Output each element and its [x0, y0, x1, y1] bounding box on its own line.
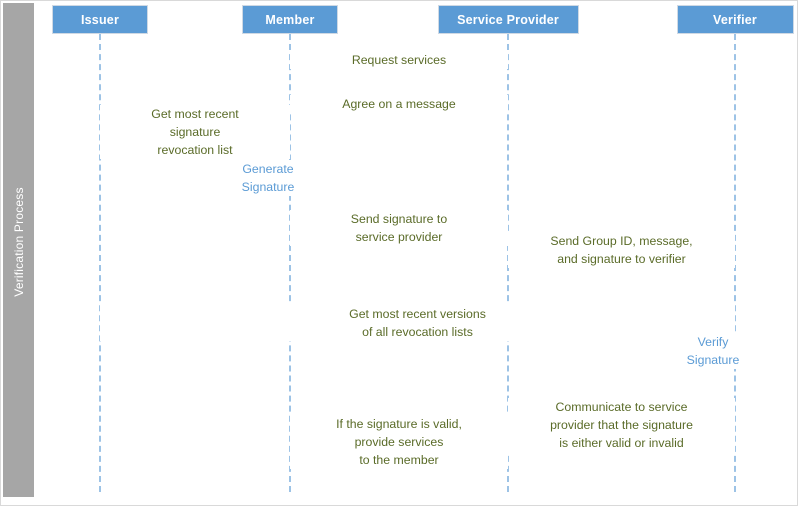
- phase-band: Verification Process: [3, 3, 34, 497]
- message-label: Request services: [290, 51, 508, 69]
- actor-header-service_provider[interactable]: Service Provider: [437, 5, 579, 34]
- phase-band-label: Verification Process: [12, 187, 26, 297]
- message-label: Send Group ID, message, and signature to…: [508, 232, 735, 268]
- actor-label: Member: [265, 12, 315, 27]
- message-label: Get most recent versions of all revocati…: [100, 305, 735, 341]
- actor-label: Issuer: [80, 12, 120, 27]
- lifeline-issuer: [99, 34, 101, 492]
- sequence-diagram-canvas: Verification Process Issuer Member Service…: [0, 0, 798, 506]
- actor-header-issuer[interactable]: Issuer: [52, 5, 148, 34]
- note-n1: Generate Signature: [210, 160, 326, 196]
- message-label: Agree on a message: [290, 95, 508, 113]
- message-label: Communicate to service provider that the…: [508, 398, 735, 452]
- actor-header-member[interactable]: Member: [242, 5, 338, 34]
- message-label: Send signature to service provider: [290, 210, 508, 246]
- note-n2: Verify Signature: [655, 333, 771, 369]
- message-label: Get most recent signature revocation lis…: [100, 105, 290, 159]
- actor-label: Verifier: [713, 12, 757, 27]
- actor-header-verifier[interactable]: Verifier: [676, 5, 794, 34]
- message-label: If the signature is valid, provide servi…: [290, 415, 508, 469]
- actor-label: Service Provider: [457, 12, 559, 27]
